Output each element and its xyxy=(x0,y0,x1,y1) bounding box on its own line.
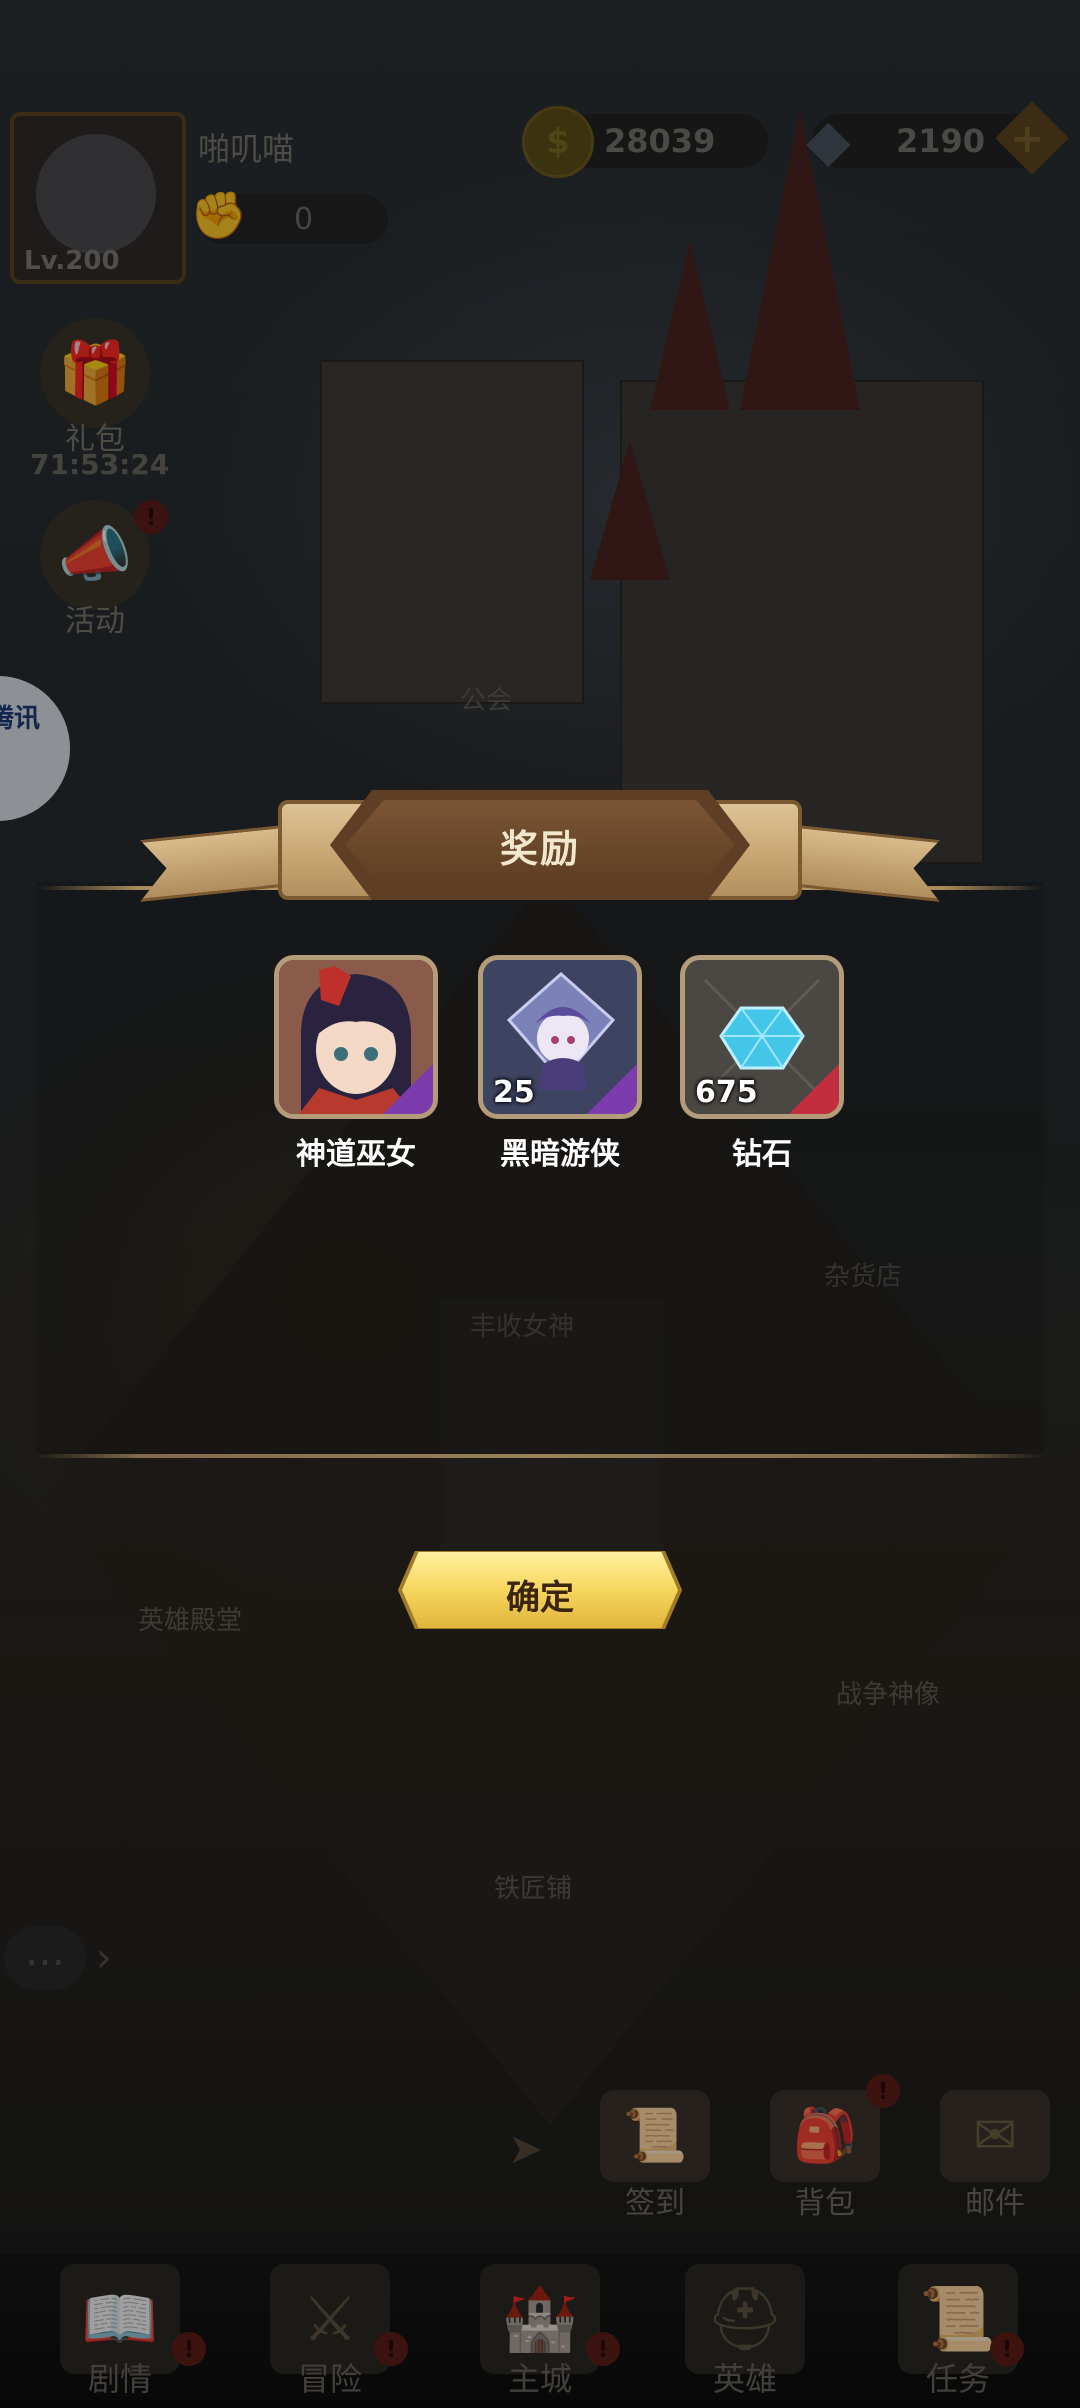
reward-card: 675 xyxy=(680,955,844,1119)
reward-item[interactable]: 神道巫女 xyxy=(274,955,438,1173)
rarity-corner xyxy=(587,1064,637,1114)
reward-card xyxy=(274,955,438,1119)
reward-card: 25 xyxy=(478,955,642,1119)
rarity-corner xyxy=(789,1064,839,1114)
reward-item[interactable]: 675 钻石 xyxy=(680,955,844,1173)
reward-item[interactable]: 25 黑暗游侠 xyxy=(478,955,642,1173)
rarity-corner xyxy=(383,1064,433,1114)
reward-name: 钻石 xyxy=(732,1137,792,1172)
modal-bottom-divider xyxy=(36,1454,1044,1458)
reward-quantity: 675 xyxy=(695,1075,758,1110)
reward-name: 神道巫女 xyxy=(296,1137,416,1172)
reward-name: 黑暗游侠 xyxy=(500,1137,620,1172)
confirm-label: 确定 xyxy=(506,1578,574,1618)
modal-title: 奖励 xyxy=(499,827,580,871)
reward-quantity: 25 xyxy=(493,1075,535,1110)
confirm-button[interactable]: 确定 xyxy=(397,1550,683,1630)
